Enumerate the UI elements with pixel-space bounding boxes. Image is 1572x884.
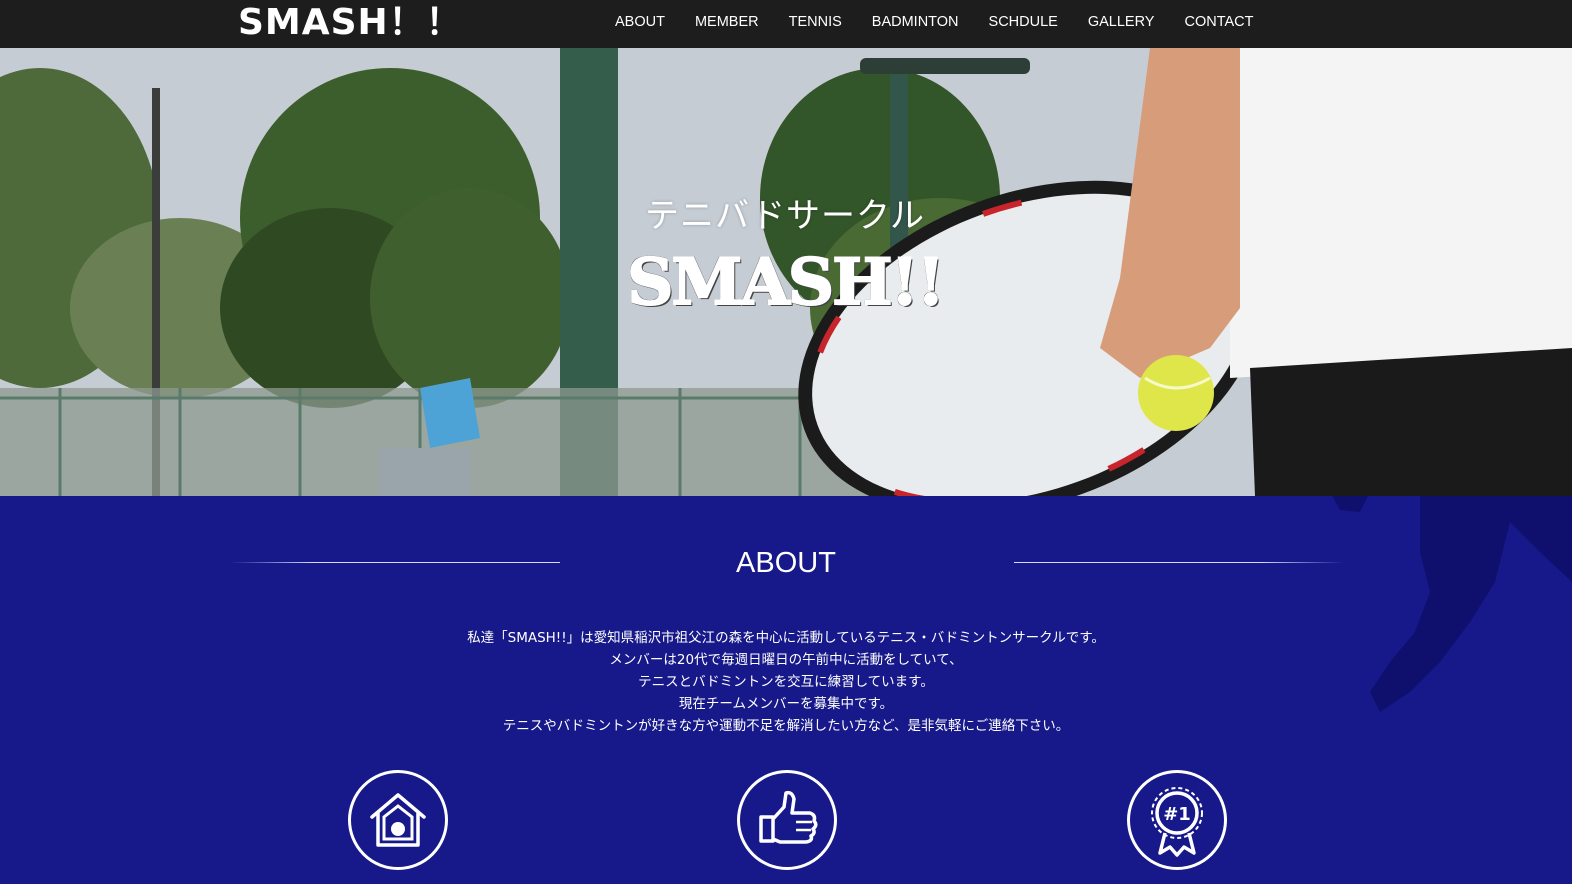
thumbs-up-icon	[737, 770, 837, 870]
about-line: 私達「SMASH!!」は愛知県稲沢市祖父江の森を中心に活動しているテニス・バドミ…	[467, 630, 1105, 646]
hero-title: SMASH!!	[626, 244, 946, 321]
home-icon	[348, 770, 448, 870]
about-title: ABOUT	[736, 547, 836, 579]
heading-divider-right	[1014, 562, 1344, 563]
main-nav: ABOUT MEMBER TENNIS BADMINTON SCHDULE GA…	[600, 0, 1268, 44]
nav-member[interactable]: MEMBER	[680, 14, 774, 30]
badge-number-text: #1	[1163, 804, 1191, 825]
nav-badminton[interactable]: BADMINTON	[857, 14, 974, 30]
about-line: 現在チームメンバーを募集中です。	[678, 696, 894, 712]
about-line: テニスとバドミントンを交互に練習しています。	[638, 674, 934, 690]
about-line: テニスやバドミントンが好きな方や運動不足を解消したい方など、是非気軽にご連絡下さ…	[502, 718, 1070, 734]
number-one-badge-icon: #1	[1127, 770, 1227, 870]
about-section: ABOUT 私達「SMASH!!」は愛知県稲沢市祖父江の森を中心に活動しているテ…	[0, 496, 1572, 884]
nav-contact[interactable]: CONTACT	[1169, 14, 1268, 30]
nav-about[interactable]: ABOUT	[600, 14, 680, 30]
hero-headline: テニバドサークル SMASH!!	[620, 188, 950, 321]
hero-banner: テニバドサークル SMASH!!	[0, 48, 1572, 496]
site-logo[interactable]: SMASH！！	[238, 0, 463, 46]
player-silhouette-decoration	[1332, 496, 1572, 712]
about-heading-row: ABOUT	[0, 546, 1572, 580]
site-header: SMASH！！ ABOUT MEMBER TENNIS BADMINTON SC…	[0, 0, 1572, 48]
hero-subtitle: テニバドサークル	[645, 196, 925, 236]
nav-gallery[interactable]: GALLERY	[1073, 14, 1170, 30]
about-description: 私達「SMASH!!」は愛知県稲沢市祖父江の森を中心に活動しているテニス・バドミ…	[286, 627, 1286, 737]
nav-schedule[interactable]: SCHDULE	[974, 14, 1073, 30]
feature-icons: #1	[0, 770, 1572, 870]
nav-tennis[interactable]: TENNIS	[774, 14, 857, 30]
about-line: メンバーは20代で毎週日曜日の午前中に活動をしていて、	[609, 652, 963, 668]
